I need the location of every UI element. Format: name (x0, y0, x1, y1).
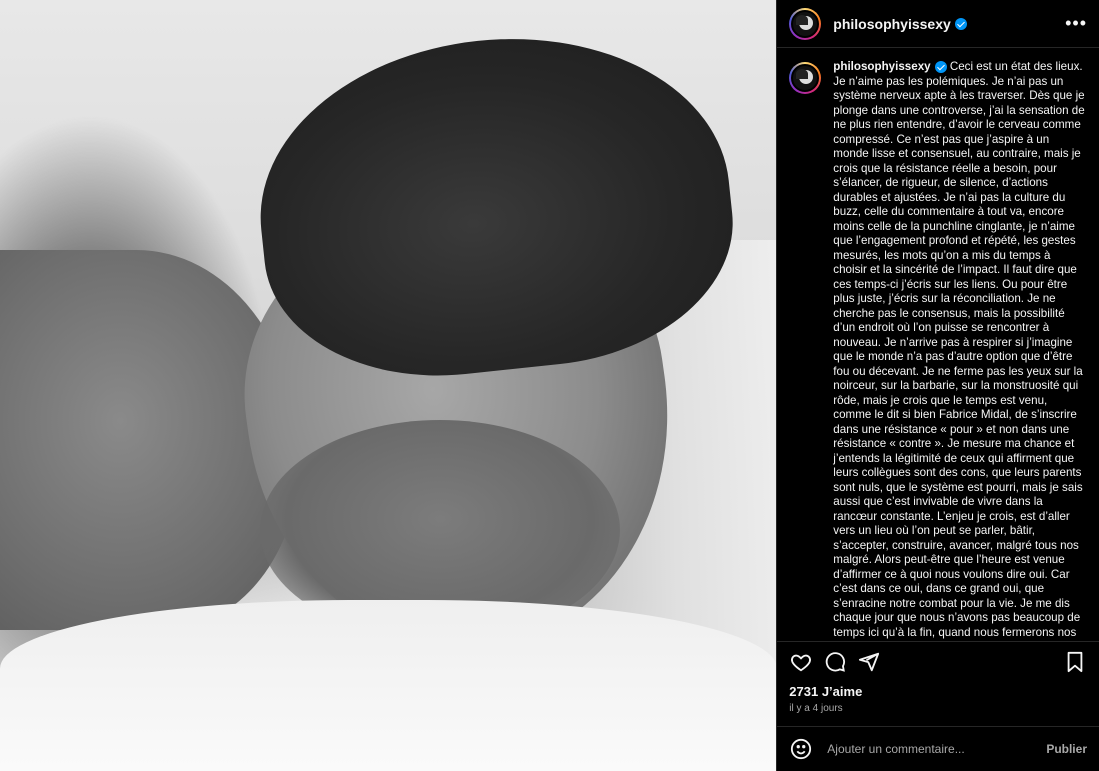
post-dialog: philosophyissexy ••• philosophyissexy Ce… (0, 0, 1099, 771)
photo-shirt (0, 600, 777, 771)
publish-button[interactable]: Publier (1046, 742, 1087, 756)
post-header: philosophyissexy ••• (777, 0, 1099, 48)
verified-badge-icon (954, 17, 967, 30)
post-photo[interactable] (0, 0, 777, 771)
header-username[interactable]: philosophyissexy (833, 16, 950, 32)
comment-icon[interactable] (823, 650, 847, 674)
action-bar (777, 641, 1099, 682)
emoji-icon[interactable] (789, 737, 813, 761)
post-time[interactable]: il y a 4 jours (777, 699, 1099, 714)
avatar[interactable] (789, 7, 822, 40)
verified-badge-icon (934, 60, 947, 73)
caption-username[interactable]: philosophyissexy (833, 60, 930, 73)
likes-count[interactable]: 2731 J’aime (777, 684, 1099, 699)
comment-input[interactable] (825, 741, 1047, 757)
more-options-icon[interactable]: ••• (1065, 13, 1087, 34)
caption-avatar[interactable] (789, 62, 822, 94)
post-side-panel: philosophyissexy ••• philosophyissexy Ce… (776, 0, 1099, 771)
caption-text: Ceci est un état des lieux. Je n’aime pa… (833, 60, 1085, 641)
heart-icon[interactable] (789, 650, 813, 674)
caption-row: philosophyissexy Ceci est un état des li… (789, 60, 1087, 641)
add-comment-bar: Publier (777, 726, 1099, 771)
bookmark-icon[interactable] (1063, 650, 1087, 674)
caption: philosophyissexy Ceci est un état des li… (833, 60, 1087, 641)
comments-area[interactable]: philosophyissexy Ceci est un état des li… (777, 48, 1099, 641)
share-icon[interactable] (857, 650, 881, 674)
